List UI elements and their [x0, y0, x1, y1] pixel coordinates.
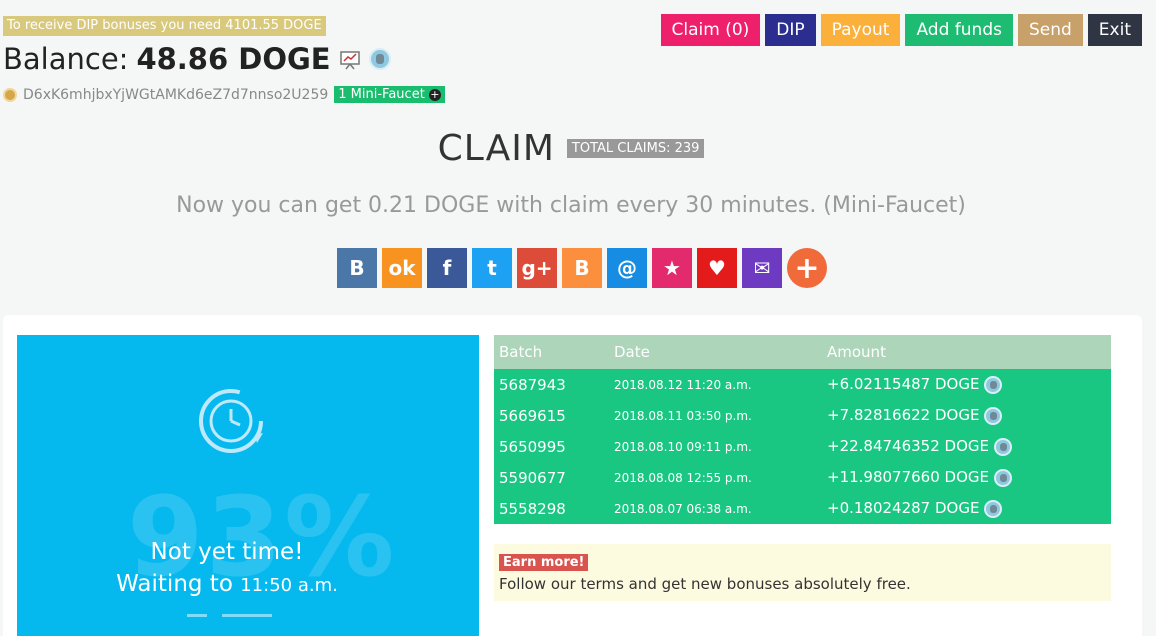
- balance-display: Balance: 48.86 DOGE: [3, 42, 391, 76]
- amount-cell: +7.82816622 DOGE: [822, 400, 1111, 431]
- balance-label: Balance:: [3, 42, 129, 76]
- doge-coin-icon: [984, 406, 1003, 425]
- wallet-address: D6xK6mhjbxYjWGtAMKd6eZ7d7nnso2U259: [23, 86, 329, 103]
- more-share-icon[interactable]: +: [787, 248, 827, 288]
- amount-cell: +6.02115487 DOGE: [822, 369, 1111, 400]
- amount-column-header: Amount: [822, 335, 1111, 369]
- batch-cell: 5590677: [494, 462, 609, 493]
- claim-button[interactable]: Claim (0): [660, 14, 761, 46]
- livejournal-icon[interactable]: ★: [652, 248, 692, 288]
- date-cell: 2018.08.07 06:38 a.m.: [609, 493, 822, 524]
- wallet-address-row: D6xK6mhjbxYjWGtAMKd6eZ7d7nnso2U259 1 Min…: [3, 86, 445, 103]
- batch-column-header: Batch: [494, 335, 609, 369]
- date-column-header: Date: [609, 335, 822, 369]
- earn-more-badge[interactable]: Earn more!: [499, 554, 589, 571]
- earn-more-box: Earn more! Follow our terms and get new …: [494, 544, 1111, 601]
- date-cell: 2018.08.08 12:55 p.m.: [609, 462, 822, 493]
- waiting-message: Waiting to 11:50 a.m.: [116, 571, 338, 597]
- amount-cell: +0.18024287 DOGE: [822, 493, 1111, 524]
- batch-cell: 5650995: [494, 431, 609, 462]
- amount-cell: +22.84746352 DOGE: [822, 431, 1111, 462]
- claim-title: CLAIM: [437, 128, 555, 169]
- plus-icon: +: [428, 87, 441, 101]
- top-navigation: Claim (0) DIP Payout Add funds Send Exit: [660, 14, 1142, 46]
- claims-table: Batch Date Amount 5687943 2018.08.12 11:2…: [494, 335, 1111, 524]
- clock-refresh-icon: [199, 389, 263, 453]
- blogger-icon[interactable]: B: [562, 248, 602, 288]
- slider-dot[interactable]: [187, 614, 207, 617]
- batch-cell: 5669615: [494, 400, 609, 431]
- date-cell: 2018.08.10 09:11 p.m.: [609, 431, 822, 462]
- total-claims-badge: TOTAL CLAIMS: 239: [566, 139, 705, 158]
- odnoklassniki-icon[interactable]: ok: [382, 248, 422, 288]
- doge-coin-icon: [993, 437, 1012, 456]
- twitter-icon[interactable]: t: [472, 248, 512, 288]
- claim-info-text: Now you can get 0.21 DOGE with claim eve…: [176, 193, 966, 218]
- claim-header: CLAIM TOTAL CLAIMS: 239: [0, 128, 1142, 169]
- table-row: 5650995 2018.08.10 09:11 p.m. +22.84746352…: [494, 431, 1111, 462]
- earn-more-text: Follow our terms and get new bonuses abs…: [499, 575, 911, 593]
- next-claim-time: 11:50 a.m.: [240, 575, 338, 596]
- claim-timer: 93% Not yet time! Waiting to 11:50 a.m.: [17, 335, 479, 636]
- amount-cell: +11.98077660 DOGE: [822, 462, 1111, 493]
- date-cell: 2018.08.11 03:50 p.m.: [609, 400, 822, 431]
- date-cell: 2018.08.12 11:20 a.m.: [609, 369, 822, 400]
- facebook-icon[interactable]: f: [427, 248, 467, 288]
- share-buttons: Bok f t g+ B @ ★ ♥ ✉ +: [337, 248, 827, 288]
- table-row: 5590677 2018.08.08 12:55 p.m. +11.98077660…: [494, 462, 1111, 493]
- send-button[interactable]: Send: [1017, 14, 1083, 46]
- batch-cell: 5687943: [494, 369, 609, 400]
- slider-dot-active[interactable]: [222, 614, 272, 617]
- email-icon[interactable]: ✉: [742, 248, 782, 288]
- exit-button[interactable]: Exit: [1087, 14, 1142, 46]
- doge-coin-icon: [993, 468, 1012, 487]
- table-row: 5687943 2018.08.12 11:20 a.m. +6.02115487 …: [494, 369, 1111, 400]
- not-yet-message: Not yet time!: [150, 539, 304, 565]
- vk-icon[interactable]: B: [337, 248, 377, 288]
- dip-button[interactable]: DIP: [765, 14, 816, 46]
- payout-button[interactable]: Payout: [820, 14, 901, 46]
- google-plus-icon[interactable]: g+: [517, 248, 557, 288]
- doge-coin-icon: [368, 48, 391, 70]
- table-row: 5558298 2018.08.07 06:38 a.m. +0.18024287 …: [494, 493, 1111, 524]
- balance-amount: 48.86 DOGE: [136, 42, 331, 76]
- mini-faucet-badge[interactable]: 1 Mini-Faucet +: [334, 86, 445, 103]
- batch-cell: 5558298: [494, 493, 609, 524]
- surfingbird-icon[interactable]: ♥: [697, 248, 737, 288]
- mail-ru-icon[interactable]: @: [607, 248, 647, 288]
- table-header-row: Batch Date Amount: [494, 335, 1111, 369]
- presentation-icon[interactable]: [339, 48, 361, 70]
- doge-coin-icon: [984, 499, 1003, 518]
- dip-bonus-notice: To receive DIP bonuses you need 4101.55 …: [3, 16, 326, 36]
- doge-coin-icon: [984, 375, 1003, 394]
- dogecoin-icon: [3, 87, 17, 102]
- add-funds-button[interactable]: Add funds: [905, 14, 1013, 46]
- table-row: 5669615 2018.08.11 03:50 p.m. +7.82816622 …: [494, 400, 1111, 431]
